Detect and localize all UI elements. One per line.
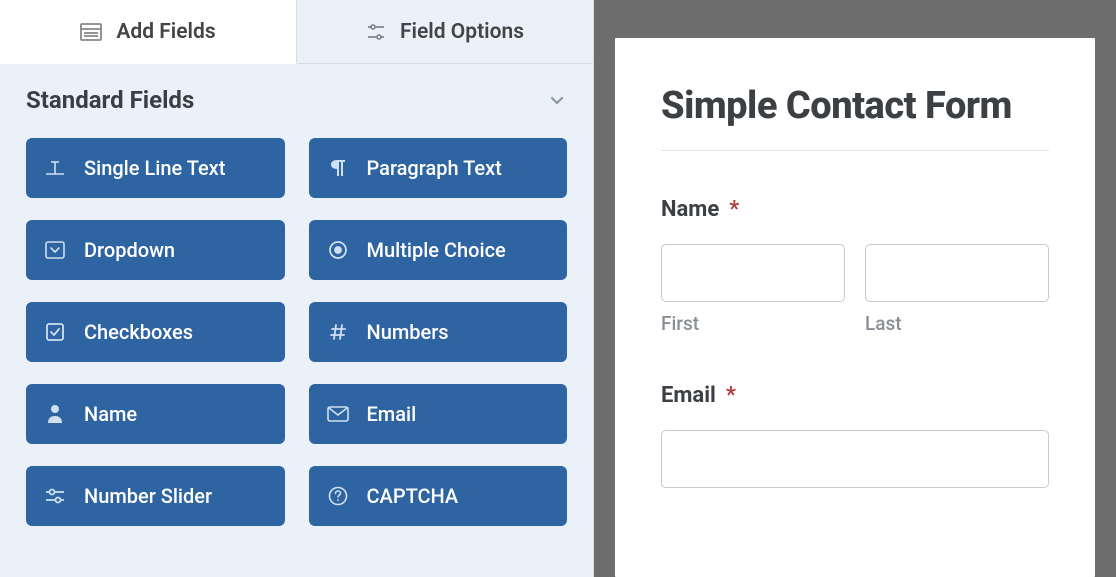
preview-area: Simple Contact Form Name * First Last	[594, 0, 1116, 577]
fields-grid: Single Line Text Paragraph Text	[26, 138, 567, 526]
field-label: Email	[367, 402, 417, 426]
field-label: Checkboxes	[84, 320, 193, 344]
field-paragraph-text[interactable]: Paragraph Text	[309, 138, 568, 198]
divider	[661, 150, 1049, 151]
field-dropdown[interactable]: Dropdown	[26, 220, 285, 280]
last-name-sublabel: Last	[865, 312, 1049, 335]
required-asterisk: *	[729, 197, 739, 222]
field-single-line-text[interactable]: Single Line Text	[26, 138, 285, 198]
paragraph-icon	[327, 159, 349, 177]
tab-field-options-label: Field Options	[400, 20, 524, 44]
form-title: Simple Contact Form	[661, 84, 1049, 128]
person-icon	[44, 404, 66, 424]
sliders-icon	[366, 23, 386, 41]
section-header-standard-fields[interactable]: Standard Fields	[26, 86, 567, 114]
field-label: Multiple Choice	[367, 238, 506, 262]
email-label: Email *	[661, 383, 1049, 408]
email-field-group[interactable]: Email *	[661, 383, 1049, 488]
field-label: Number Slider	[84, 484, 212, 508]
field-multiple-choice[interactable]: Multiple Choice	[309, 220, 568, 280]
chevron-down-icon	[547, 90, 567, 110]
tab-field-options[interactable]: Field Options	[297, 0, 593, 64]
section-title: Standard Fields	[26, 86, 194, 114]
field-label: Paragraph Text	[367, 156, 502, 180]
sidebar-tabs: Add Fields Field Options	[0, 0, 593, 64]
envelope-icon	[327, 406, 349, 422]
field-email[interactable]: Email	[309, 384, 568, 444]
dropdown-icon	[44, 241, 66, 259]
form-icon	[80, 23, 102, 41]
builder-sidebar: Add Fields Field Options Standard Fields	[0, 0, 594, 577]
tab-add-fields-label: Add Fields	[116, 20, 215, 44]
field-number-slider[interactable]: Number Slider	[26, 466, 285, 526]
first-name-input[interactable]	[661, 244, 845, 302]
field-label: CAPTCHA	[367, 484, 459, 508]
field-numbers[interactable]: Numbers	[309, 302, 568, 362]
field-label: Name	[84, 402, 137, 426]
first-name-sublabel: First	[661, 312, 845, 335]
name-label: Name *	[661, 197, 1049, 222]
radio-icon	[327, 240, 349, 260]
checkbox-icon	[44, 322, 66, 342]
email-input[interactable]	[661, 430, 1049, 488]
field-checkboxes[interactable]: Checkboxes	[26, 302, 285, 362]
form-preview-panel[interactable]: Simple Contact Form Name * First Last	[615, 38, 1095, 577]
field-label: Numbers	[367, 320, 449, 344]
field-label: Single Line Text	[84, 156, 225, 180]
name-field-group[interactable]: Name * First Last	[661, 197, 1049, 335]
last-name-input[interactable]	[865, 244, 1049, 302]
field-name[interactable]: Name	[26, 384, 285, 444]
question-circle-icon	[327, 486, 349, 506]
slider-icon	[44, 487, 66, 505]
hash-icon	[327, 322, 349, 342]
tab-add-fields[interactable]: Add Fields	[0, 0, 297, 64]
required-asterisk: *	[726, 383, 736, 408]
field-captcha[interactable]: CAPTCHA	[309, 466, 568, 526]
field-label: Dropdown	[84, 238, 175, 262]
text-input-icon	[44, 160, 66, 176]
